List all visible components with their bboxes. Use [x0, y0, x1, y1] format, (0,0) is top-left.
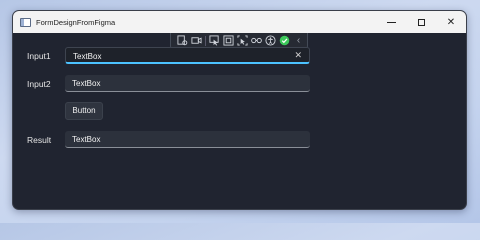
window-icon — [20, 17, 31, 27]
status-ok-icon[interactable] — [279, 35, 290, 46]
live-visual-tree-icon[interactable] — [177, 35, 188, 46]
toolbar-separator — [205, 35, 206, 46]
select-element-icon[interactable] — [209, 35, 220, 46]
collapse-glyph: ‹ — [296, 34, 301, 46]
input2-label: Input2 — [27, 79, 51, 89]
client-area: ‹ Input1 TextBox ✕ Input2 TextBox Button… — [13, 33, 466, 209]
display-layout-adorners-icon[interactable] — [223, 35, 234, 46]
app-window: FormDesignFromFigma ✕ ‹ Input1 TextBox ✕… — [12, 10, 467, 210]
result-textbox[interactable]: TextBox — [65, 131, 310, 148]
result-value: TextBox — [72, 135, 101, 144]
input2-textbox[interactable]: TextBox — [65, 75, 310, 92]
result-label: Result — [27, 135, 52, 145]
close-icon: ✕ — [446, 16, 456, 28]
window-title: FormDesignFromFigma — [36, 17, 116, 27]
action-button[interactable]: Button — [65, 102, 103, 120]
input1-textbox[interactable]: TextBox ✕ — [65, 47, 310, 64]
collapse-chevron-icon[interactable]: ‹ — [293, 35, 304, 46]
maximize-icon — [417, 18, 425, 26]
minimize-icon — [386, 21, 396, 23]
clear-icon[interactable]: ✕ — [294, 50, 302, 61]
track-focus-icon[interactable] — [237, 35, 248, 46]
minimize-button[interactable] — [376, 11, 406, 33]
close-button[interactable]: ✕ — [436, 11, 466, 33]
input1-value: TextBox — [73, 52, 102, 61]
binding-failures-icon[interactable] — [251, 35, 262, 46]
title-bar[interactable]: FormDesignFromFigma ✕ — [13, 11, 466, 33]
input2-value: TextBox — [72, 79, 101, 88]
maximize-button[interactable] — [406, 11, 436, 33]
accessibility-icon[interactable] — [265, 35, 276, 46]
input1-label: Input1 — [27, 51, 51, 61]
record-icon[interactable] — [191, 35, 202, 46]
caption-buttons: ✕ — [376, 11, 466, 33]
